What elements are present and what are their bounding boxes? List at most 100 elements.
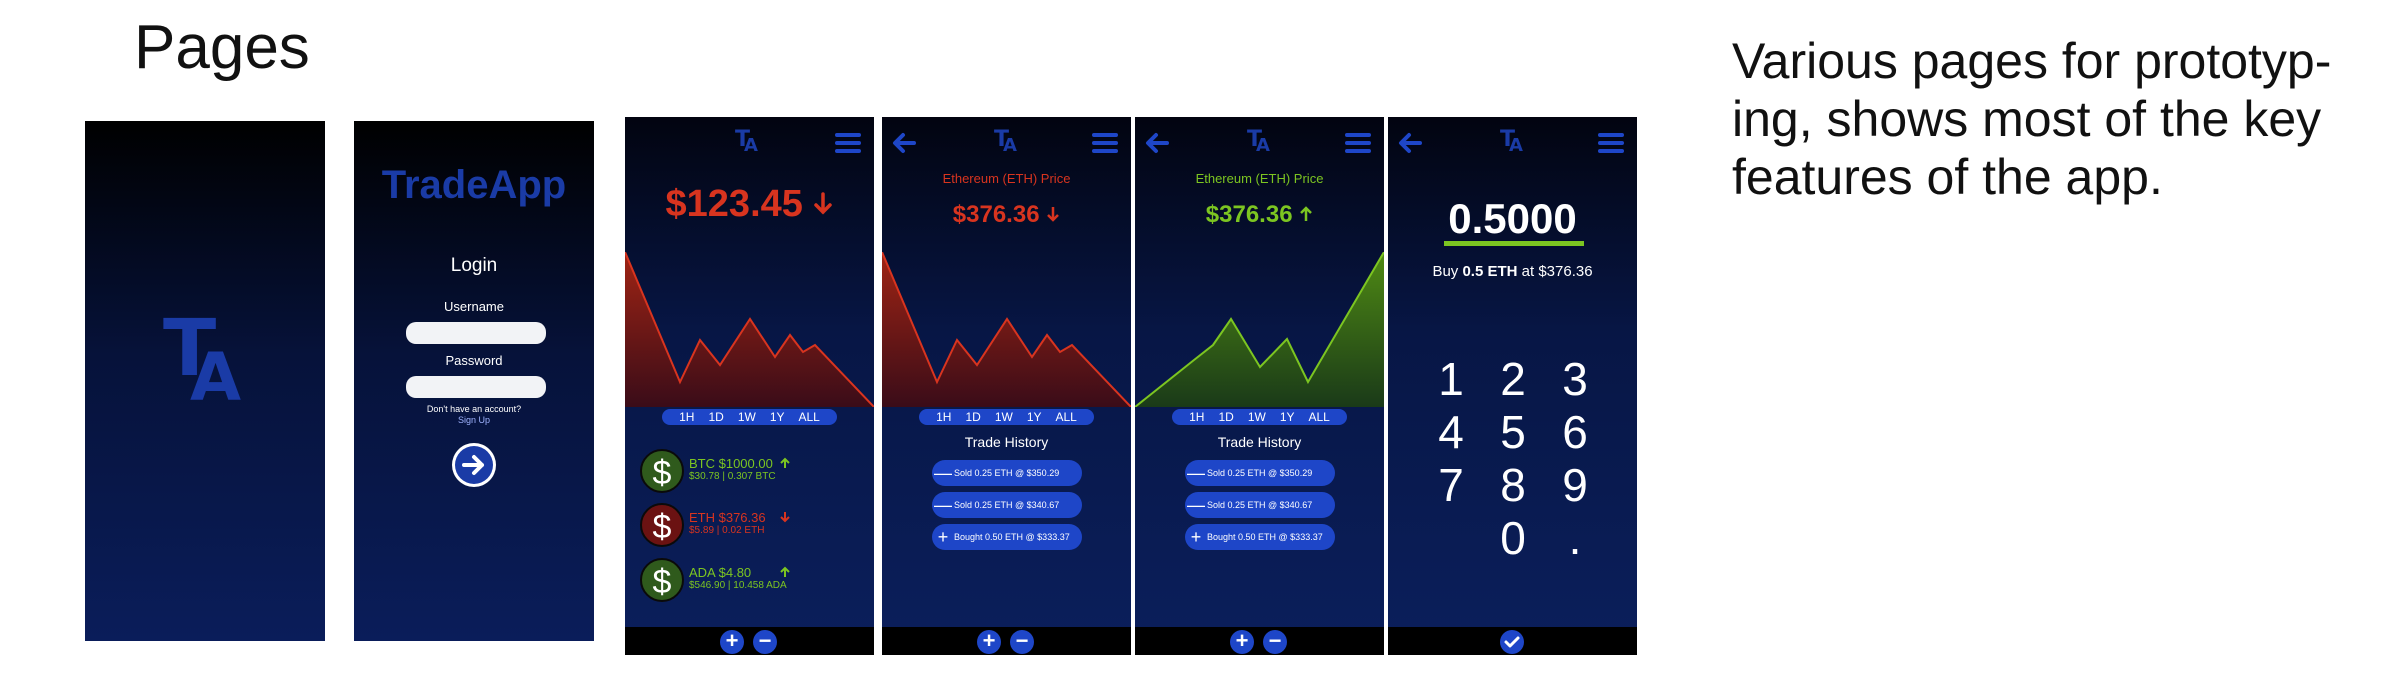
range-all[interactable]: ALL	[799, 410, 820, 424]
plus-button[interactable]: +	[1230, 630, 1254, 654]
dollar-coin-icon[interactable]: $	[640, 558, 684, 602]
menu-icon[interactable]	[1598, 133, 1624, 153]
keypad-key-6[interactable]: 6	[1550, 405, 1600, 459]
range-1h[interactable]: 1H	[679, 410, 694, 424]
range-1d[interactable]: 1D	[965, 410, 980, 424]
header-logo: T A	[994, 127, 1024, 157]
range-1y[interactable]: 1Y	[770, 410, 785, 424]
time-range-selector[interactable]: 1H 1D 1W 1Y ALL	[662, 409, 837, 425]
minus-icon: —	[934, 463, 952, 483]
logo-letter-a: A	[190, 339, 242, 416]
price-chart	[882, 252, 1131, 407]
keypad-key-7[interactable]: 7	[1426, 458, 1476, 512]
minus-icon: —	[1187, 463, 1205, 483]
asset-title[interactable]: ETH $376.36	[689, 510, 766, 525]
arrow-up-icon	[780, 457, 790, 468]
asset-price-value: $376.36	[1205, 201, 1293, 228]
trade-history-item[interactable]: — Sold 0.25 ETH @ $350.29	[1185, 460, 1335, 486]
arrow-up-icon	[1300, 206, 1313, 221]
back-arrow-icon[interactable]	[1145, 132, 1169, 154]
keypad-key-decimal[interactable]: .	[1550, 511, 1600, 565]
menu-icon[interactable]	[835, 133, 861, 153]
amount-underline	[1444, 241, 1584, 246]
range-1w[interactable]: 1W	[995, 410, 1013, 424]
minus-button[interactable]: −	[1010, 630, 1034, 654]
keypad-key-1[interactable]: 1	[1426, 352, 1476, 406]
range-1w[interactable]: 1W	[738, 410, 756, 424]
back-arrow-icon[interactable]	[892, 132, 916, 154]
dollar-coin-icon[interactable]: $	[640, 449, 684, 493]
keypad-key-9[interactable]: 9	[1550, 458, 1600, 512]
login-submit-button[interactable]	[452, 443, 496, 487]
minus-icon: —	[1187, 495, 1205, 515]
asset-label: Ethereum (ETH) Price	[942, 171, 1071, 186]
header-logo: T A	[735, 127, 765, 157]
trade-history-title: Trade History	[964, 434, 1049, 450]
asset-label: Ethereum (ETH) Price	[1195, 171, 1324, 186]
logo-letter-a: A	[744, 135, 758, 156]
password-label: Password	[445, 353, 503, 368]
asset-title[interactable]: ADA $4.80	[689, 565, 751, 580]
keypad-key-0[interactable]: 0	[1488, 511, 1538, 565]
asset-price: $376.36	[882, 201, 1131, 229]
minus-icon: —	[934, 495, 952, 515]
price-chart	[1135, 252, 1384, 407]
asset-subtitle: $546.90 | 10.458 ADA	[689, 580, 787, 591]
plus-button[interactable]: +	[720, 630, 744, 654]
plus-button[interactable]: +	[977, 630, 1001, 654]
arrow-right-icon	[462, 455, 484, 475]
range-all[interactable]: ALL	[1309, 410, 1330, 424]
header-logo: T A	[1500, 127, 1530, 157]
trade-history-title: Trade History	[1217, 434, 1302, 450]
menu-icon[interactable]	[1345, 133, 1371, 153]
asset-subtitle: $30.78 | 0.307 BTC	[689, 471, 776, 482]
trade-history-item[interactable]: + Bought 0.50 ETH @ $333.37	[1185, 524, 1335, 550]
asset-title[interactable]: BTC $1000.00	[689, 456, 773, 471]
range-1y[interactable]: 1Y	[1280, 410, 1295, 424]
minus-button[interactable]: −	[1263, 630, 1287, 654]
time-range-selector[interactable]: 1H 1D 1W 1Y ALL	[1172, 409, 1347, 425]
asset-price-value: $376.36	[952, 201, 1040, 228]
trade-text: Sold 0.25 ETH @ $350.29	[954, 468, 1060, 478]
menu-icon[interactable]	[1092, 133, 1118, 153]
login-heading: Login	[450, 255, 498, 276]
trade-text: Bought 0.50 ETH @ $333.37	[954, 532, 1070, 542]
arrow-up-icon	[780, 566, 790, 577]
trade-history-item[interactable]: + Bought 0.50 ETH @ $333.37	[932, 524, 1082, 550]
app-brand: TradeApp	[381, 163, 567, 207]
sign-up-link[interactable]: Sign Up	[354, 415, 594, 425]
range-1w[interactable]: 1W	[1248, 410, 1266, 424]
time-range-selector[interactable]: 1H 1D 1W 1Y ALL	[919, 409, 1094, 425]
range-all[interactable]: ALL	[1056, 410, 1077, 424]
keypad-key-4[interactable]: 4	[1426, 405, 1476, 459]
trade-history-item[interactable]: — Sold 0.25 ETH @ $350.29	[932, 460, 1082, 486]
keypad-key-8[interactable]: 8	[1488, 458, 1538, 512]
bottom-action-bar: + −	[882, 627, 1131, 655]
keypad-key-2[interactable]: 2	[1488, 352, 1538, 406]
dollar-coin-icon[interactable]: $	[640, 503, 684, 547]
splash-logo: T A	[85, 121, 325, 641]
minus-button[interactable]: −	[753, 630, 777, 654]
range-1h[interactable]: 1H	[936, 410, 951, 424]
trade-history-item[interactable]: — Sold 0.25 ETH @ $340.67	[1185, 492, 1335, 518]
asset-subtitle: $5.89 | 0.02 ETH	[689, 525, 765, 536]
password-field[interactable]	[406, 376, 546, 398]
splash-screen: T A	[85, 121, 325, 641]
username-field[interactable]	[406, 322, 546, 344]
keypad-key-5[interactable]: 5	[1488, 405, 1538, 459]
home-screen: T A $123.45 1H 1D 1W 1Y ALL $ BTC $1000.…	[625, 117, 874, 655]
eth-detail-screen-down: T A Ethereum (ETH) Price $376.36 1H 1D 1…	[882, 117, 1131, 655]
range-1d[interactable]: 1D	[1218, 410, 1233, 424]
range-1h[interactable]: 1H	[1189, 410, 1204, 424]
back-arrow-icon[interactable]	[1398, 132, 1422, 154]
page-title: Pages	[134, 13, 310, 82]
trade-history-item[interactable]: — Sold 0.25 ETH @ $340.67	[932, 492, 1082, 518]
range-1y[interactable]: 1Y	[1027, 410, 1042, 424]
username-label: Username	[444, 299, 504, 314]
header-logo: T A	[1247, 127, 1277, 157]
confirm-check-button[interactable]	[1500, 630, 1524, 654]
range-1d[interactable]: 1D	[708, 410, 723, 424]
logo-letter-a: A	[1509, 135, 1523, 156]
trade-text: Sold 0.25 ETH @ $340.67	[954, 500, 1060, 510]
keypad-key-3[interactable]: 3	[1550, 352, 1600, 406]
